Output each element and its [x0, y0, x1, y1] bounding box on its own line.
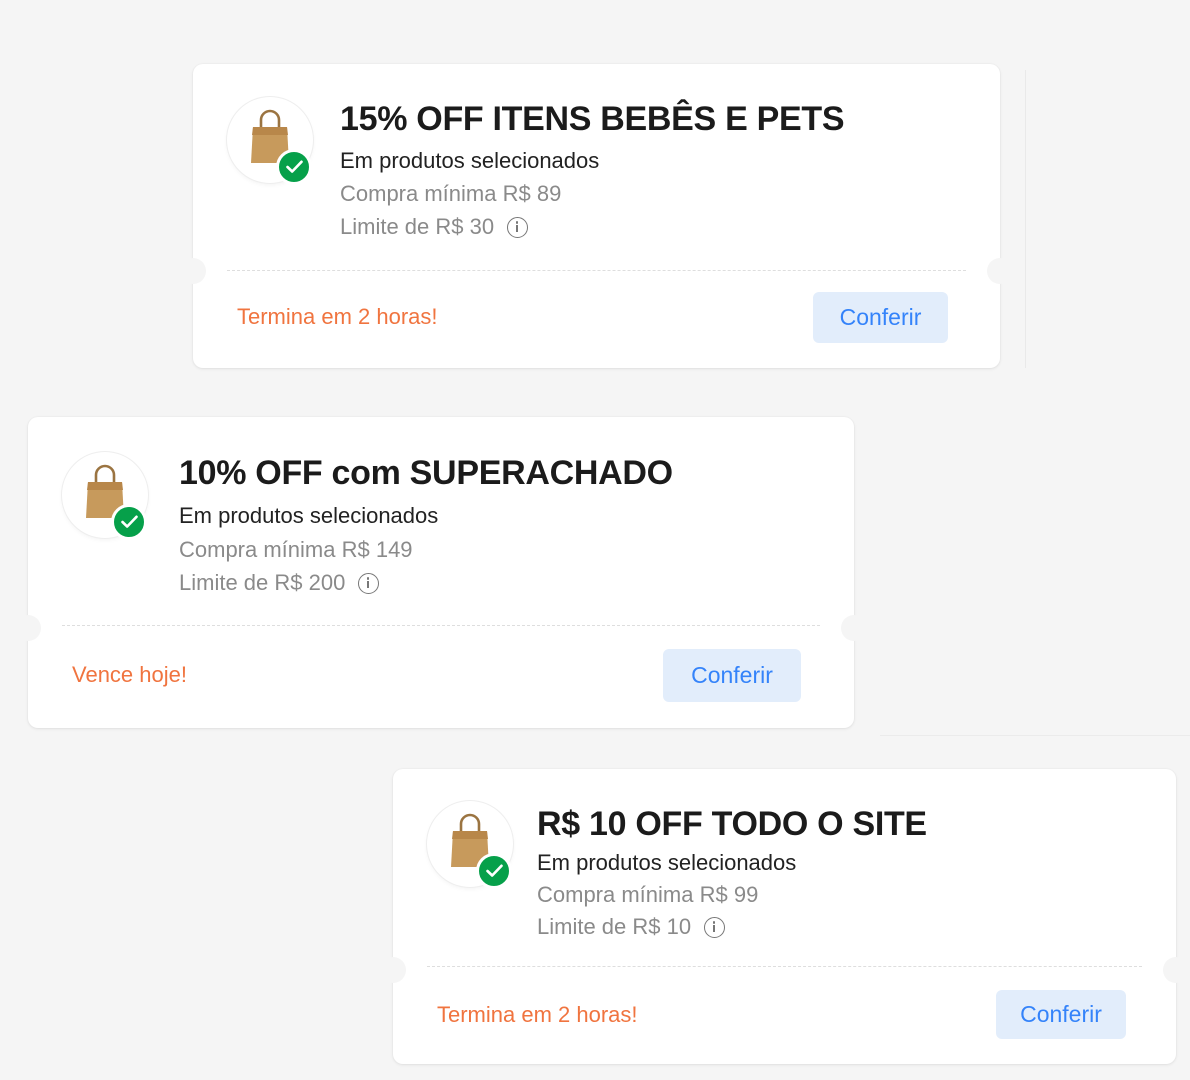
discount-limit-row: Limite de R$ 10	[537, 914, 726, 940]
info-icon[interactable]	[704, 916, 726, 938]
check-icon	[486, 864, 503, 877]
coupon-subtitle: Em produtos selecionados	[537, 850, 797, 875]
info-icon[interactable]	[507, 216, 529, 238]
coupon-subtitle: Em produtos selecionados	[340, 148, 600, 173]
check-badge	[111, 504, 147, 540]
info-icon[interactable]	[358, 572, 380, 594]
coupon-subtitle: Em produtos selecionados	[179, 503, 439, 528]
dashed-separator	[62, 625, 820, 626]
coupon-title: 10% OFF com SUPERACHADO	[179, 454, 673, 492]
discount-limit: Limite de R$ 200	[179, 570, 346, 595]
discount-limit: Limite de R$ 30	[340, 214, 495, 239]
discount-limit-row: Limite de R$ 200	[179, 570, 380, 596]
dashed-separator	[227, 270, 966, 271]
coupon-notch-left	[380, 957, 406, 983]
conferir-button[interactable]: Conferir	[663, 649, 801, 702]
coupon-notch-left	[15, 615, 41, 641]
minimum-purchase: Compra mínima R$ 99	[537, 882, 759, 907]
expiry-text: Vence hoje!	[72, 662, 187, 687]
coupon-notch-right	[841, 615, 867, 641]
discount-limit-row: Limite de R$ 30	[340, 214, 529, 240]
shopping-bag-logo	[427, 801, 513, 889]
dashed-separator	[427, 966, 1142, 967]
check-badge	[276, 149, 312, 185]
check-icon	[121, 515, 138, 528]
expiry-text: Termina em 2 horas!	[237, 304, 438, 329]
shopping-bag-logo	[227, 97, 313, 185]
shopping-bag-logo	[62, 452, 148, 540]
conferir-button[interactable]: Conferir	[996, 990, 1126, 1039]
expiry-text: Termina em 2 horas!	[437, 1002, 638, 1027]
coupon-title: 15% OFF ITENS BEBÊS E PETS	[340, 100, 845, 138]
coupon-notch-right	[1163, 957, 1189, 983]
coupon-notch-right	[987, 258, 1013, 284]
coupon-card: 15% OFF ITENS BEBÊS E PETS Em produtos s…	[180, 64, 1013, 368]
check-badge	[476, 853, 512, 889]
minimum-purchase: Compra mínima R$ 149	[179, 537, 413, 562]
conferir-button[interactable]: Conferir	[813, 292, 948, 343]
minimum-purchase: Compra mínima R$ 89	[340, 181, 562, 206]
horizontal-divider	[880, 735, 1190, 736]
vertical-divider	[1025, 70, 1026, 368]
coupon-card: R$ 10 OFF TODO O SITE Em produtos seleci…	[380, 769, 1189, 1064]
check-icon	[286, 160, 303, 173]
coupon-card: 10% OFF com SUPERACHADO Em produtos sele…	[15, 417, 867, 728]
coupon-notch-left	[180, 258, 206, 284]
discount-limit: Limite de R$ 10	[537, 914, 692, 939]
coupon-title: R$ 10 OFF TODO O SITE	[537, 805, 927, 843]
